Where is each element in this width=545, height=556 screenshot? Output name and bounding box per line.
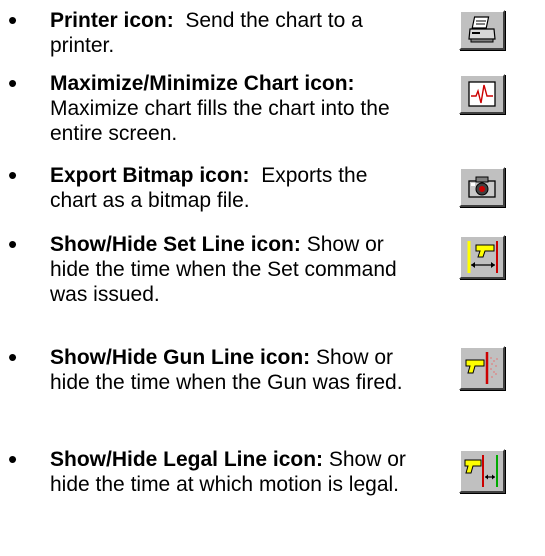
- gun-line-icon: [465, 352, 498, 384]
- bullet: •: [8, 160, 18, 190]
- legal-line-icon: [464, 455, 498, 487]
- item-text: Maximize chart fills the chart into the …: [50, 97, 390, 145]
- item-title: Export Bitmap icon:: [50, 164, 250, 187]
- item-description: Show/Hide Legal Line icon: Show or hide …: [50, 447, 410, 497]
- maximize-chart-button[interactable]: [459, 74, 505, 114]
- bullet: •: [8, 229, 18, 259]
- gun-line-button[interactable]: [459, 346, 505, 390]
- camera-icon: [468, 176, 496, 198]
- bullet: •: [8, 68, 18, 98]
- item-description: Show/Hide Gun Line icon: Show or hide th…: [50, 345, 410, 395]
- item-title: Show/Hide Gun Line icon:: [50, 346, 311, 369]
- bullet: •: [8, 342, 18, 372]
- export-bitmap-button[interactable]: [459, 167, 505, 207]
- bullet: •: [8, 5, 18, 35]
- item-title: Show/Hide Legal Line icon:: [50, 448, 324, 471]
- item-title: Maximize/Minimize Chart icon:: [50, 72, 355, 95]
- item-description: Maximize/Minimize Chart icon: Maximize c…: [50, 71, 410, 146]
- item-title: Show/Hide Set Line icon:: [50, 233, 301, 256]
- item-description: Printer icon: Send the chart to a printe…: [50, 8, 410, 58]
- set-line-icon: [467, 241, 498, 273]
- maximize-chart-icon: [468, 81, 496, 107]
- printer-button[interactable]: [459, 10, 505, 50]
- legal-line-button[interactable]: [459, 449, 505, 493]
- set-line-button[interactable]: [459, 235, 505, 279]
- item-title: Printer icon:: [50, 9, 174, 32]
- item-description: Show/Hide Set Line icon: Show or hide th…: [50, 232, 410, 307]
- bullet: •: [8, 444, 18, 474]
- printer-icon: [468, 16, 496, 43]
- item-description: Export Bitmap icon: Exports the chart as…: [50, 163, 410, 213]
